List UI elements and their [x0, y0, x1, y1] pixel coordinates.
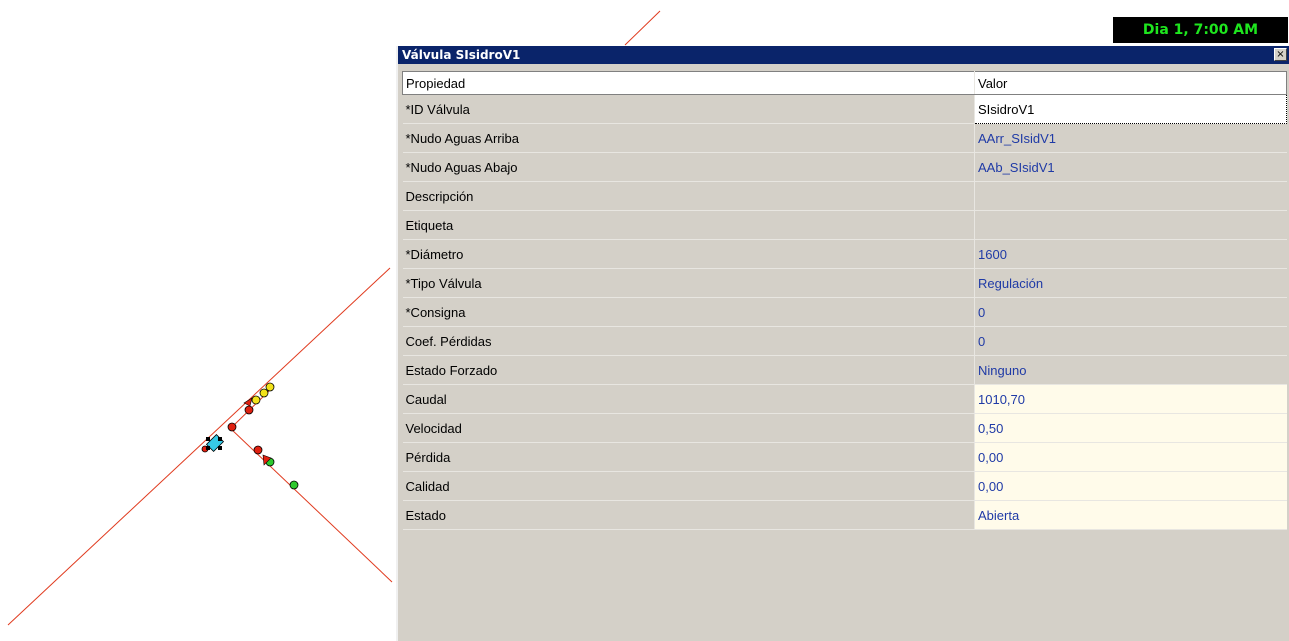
- property-value[interactable]: 1600: [974, 239, 1287, 269]
- property-label: Calidad: [402, 471, 975, 501]
- properties-panel: Válvula SIsidroV1 × Propiedad Valor *ID …: [396, 46, 1289, 641]
- table-row[interactable]: *Consigna 0: [402, 297, 1287, 327]
- property-value[interactable]: 0: [974, 326, 1287, 356]
- table-row[interactable]: Estado Forzado Ninguno: [402, 355, 1287, 385]
- column-header-value: Valor: [974, 71, 1287, 95]
- property-value: 0,00: [974, 471, 1287, 501]
- property-label: *Nudo Aguas Abajo: [402, 152, 975, 182]
- property-label: *ID Válvula: [402, 94, 975, 124]
- node-marker[interactable]: [244, 405, 254, 415]
- simulation-clock: Dia 1, 7:00 AM: [1113, 17, 1288, 43]
- grid-header-row: Propiedad Valor: [402, 71, 1287, 95]
- node-marker[interactable]: [289, 480, 299, 490]
- property-label: *Tipo Válvula: [402, 268, 975, 298]
- node-marker[interactable]: [259, 388, 269, 398]
- property-value[interactable]: AArr_SIsidV1: [974, 123, 1287, 153]
- table-row[interactable]: *Nudo Aguas Arriba AArr_SIsidV1: [402, 123, 1287, 153]
- table-row[interactable]: Calidad 0,00: [402, 471, 1287, 501]
- property-label: Pérdida: [402, 442, 975, 472]
- table-row[interactable]: Coef. Pérdidas 0: [402, 326, 1287, 356]
- valve-icon[interactable]: [243, 397, 253, 407]
- panel-title: Válvula SIsidroV1 ×: [398, 46, 1289, 64]
- selected-valve-icon[interactable]: [205, 433, 225, 453]
- property-value[interactable]: [974, 181, 1287, 211]
- property-value[interactable]: 0: [974, 297, 1287, 327]
- table-row[interactable]: Velocidad 0,50: [402, 413, 1287, 443]
- property-value: 1010,70: [974, 384, 1287, 414]
- id-valvula-input[interactable]: SIsidroV1: [974, 94, 1287, 124]
- property-value[interactable]: [974, 210, 1287, 240]
- pipe-line[interactable]: [7, 267, 391, 626]
- property-label: Velocidad: [402, 413, 975, 443]
- property-label: Etiqueta: [402, 210, 975, 240]
- node-marker[interactable]: [253, 445, 263, 455]
- table-row[interactable]: Descripción: [402, 181, 1287, 211]
- property-value: 0,00: [974, 442, 1287, 472]
- node-marker[interactable]: [227, 422, 237, 432]
- property-label: Descripción: [402, 181, 975, 211]
- property-value[interactable]: AAb_SIsidV1: [974, 152, 1287, 182]
- property-label: *Consigna: [402, 297, 975, 327]
- table-row[interactable]: *Tipo Válvula Regulación: [402, 268, 1287, 298]
- property-value: 0,50: [974, 413, 1287, 443]
- panel-title-text: Válvula SIsidroV1: [402, 48, 521, 62]
- property-label: *Nudo Aguas Arriba: [402, 123, 975, 153]
- table-row[interactable]: *ID Válvula SIsidroV1: [402, 94, 1287, 124]
- table-row[interactable]: *Nudo Aguas Abajo AAb_SIsidV1: [402, 152, 1287, 182]
- table-row[interactable]: Caudal 1010,70: [402, 384, 1287, 414]
- node-marker[interactable]: [251, 395, 261, 405]
- table-row[interactable]: *Diámetro 1600: [402, 239, 1287, 269]
- property-label: Caudal: [402, 384, 975, 414]
- property-label: *Diámetro: [402, 239, 975, 269]
- table-row[interactable]: Pérdida 0,00: [402, 442, 1287, 472]
- node-marker[interactable]: [265, 382, 275, 392]
- table-row[interactable]: Estado Abierta: [402, 500, 1287, 530]
- table-row[interactable]: Etiqueta: [402, 210, 1287, 240]
- close-icon[interactable]: ×: [1274, 48, 1287, 61]
- property-label: Estado: [402, 500, 975, 530]
- property-label: Coef. Pérdidas: [402, 326, 975, 356]
- column-header-property: Propiedad: [402, 71, 975, 95]
- property-value[interactable]: Regulación: [974, 268, 1287, 298]
- properties-grid: Propiedad Valor *ID Válvula SIsidroV1 *Nu…: [402, 71, 1287, 530]
- property-value: Abierta: [974, 500, 1287, 530]
- property-value[interactable]: Ninguno: [974, 355, 1287, 385]
- property-label: Estado Forzado: [402, 355, 975, 385]
- pipe-line[interactable]: [624, 10, 661, 46]
